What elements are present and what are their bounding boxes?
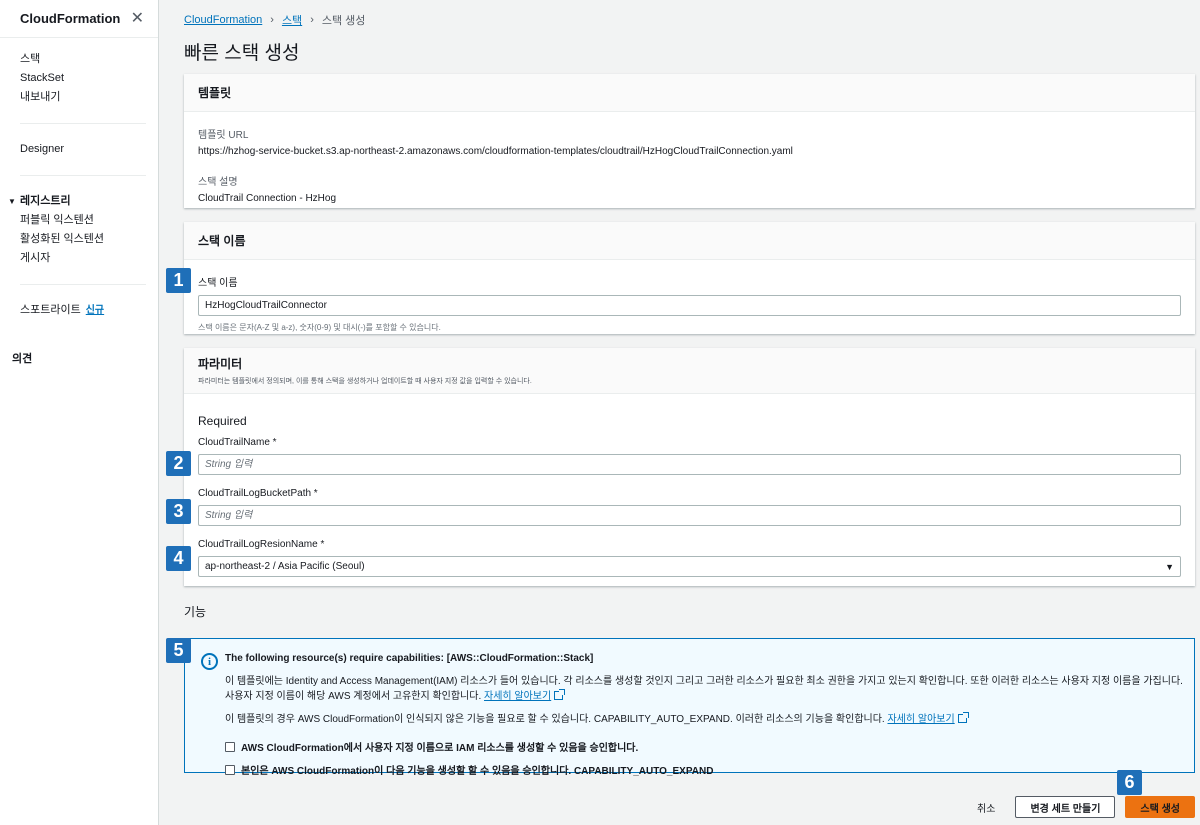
breadcrumb-stacks[interactable]: 스택 [282,12,302,28]
sidebar-group-main: 스택 StackSet 내보내기 [0,38,158,117]
chevron-right-icon: › [270,14,274,26]
dropdown-arrow-icon: ▼ [1165,561,1174,572]
capabilities-text-iam: 이 템플릿에는 Identity and Access Management(I… [225,674,1185,704]
template-panel: 템플릿 템플릿 URL https://hzhog-service-bucket… [184,74,1195,208]
create-stack-button[interactable]: 스택 생성 [1125,796,1195,818]
ack-iam-row: AWS CloudFormation에서 사용자 지정 이름으로 IAM 리소스… [225,739,1185,754]
new-badge: 신규 [85,305,105,316]
capabilities-heading: The following resource(s) require capabi… [225,653,594,664]
sidebar-header: CloudFormation ✕ [0,0,158,38]
sidebar-section-label: 레지스트리 [20,195,71,207]
panel-header: 스택 이름 [184,222,1195,260]
sidebar-group-designer: Designer [0,130,158,169]
annotation-badge-2: 2 [166,451,191,476]
region-label: CloudTrailLogResionName * [198,539,325,550]
annotation-badge-6: 6 [1117,770,1142,795]
annotation-badge-5: 5 [166,638,191,663]
capabilities-title: 기능 [184,605,207,619]
sidebar-item-spotlight[interactable]: 스포트라이트 신규 [20,301,158,320]
sidebar-item-stacksets[interactable]: StackSet [20,69,158,88]
region-select[interactable]: ap-northeast-2 / Asia Pacific (Seoul) ▼ [198,556,1181,577]
capabilities-text-iam-body: 이 템플릿에는 Identity and Access Management(I… [225,676,1183,702]
ack-expand-label[interactable]: 본인은 AWS CloudFormation이 다음 기능을 생성할 할 수 있… [241,762,713,777]
cloudtrail-name-label: CloudTrailName * [198,437,277,448]
panel-title: 파라미터 [198,357,243,371]
bucket-path-label: CloudTrailLogBucketPath * [198,488,318,499]
sidebar-group-registry: ▼ 레지스트리 퍼블릭 익스텐션 활성화된 익스텐션 게시자 [0,182,158,278]
cloudtrail-name-input[interactable] [198,454,1181,475]
annotation-badge-1: 1 [166,268,191,293]
ack-iam-label[interactable]: AWS CloudFormation에서 사용자 지정 이름으로 IAM 리소스… [241,739,638,754]
sidebar-item-designer[interactable]: Designer [20,140,158,159]
panel-title: 스택 이름 [198,234,246,248]
panel-description: 파라미터는 템플릿에서 정의되며, 이를 통해 스택을 생성하거나 업데이트할 … [198,378,532,385]
ack-expand-checkbox[interactable] [225,764,235,775]
ack-expand-row: 본인은 AWS CloudFormation이 다음 기능을 생성할 할 수 있… [225,762,1185,777]
external-link-icon [957,712,969,723]
learn-more-link[interactable]: 자세히 알아보기 [484,691,551,702]
create-change-set-button[interactable]: 변경 세트 만들기 [1015,796,1116,818]
capabilities-info-box: i The following resource(s) require capa… [184,638,1195,777]
sidebar-item-label: 스포트라이트 [20,304,81,316]
annotation-badge-3: 3 [166,499,191,524]
cancel-button[interactable]: 취소 [967,800,1005,815]
capabilities-text-expand: 이 템플릿의 경우 AWS CloudFormation이 인식되지 않은 기능… [225,712,1185,727]
panel-header: 파라미터 파라미터는 템플릿에서 정의되며, 이를 통해 스택을 생성하거나 업… [184,348,1195,394]
sidebar-item-publishers[interactable]: 게시자 [20,249,158,268]
breadcrumb: CloudFormation › 스택 › 스택 생성 [184,12,365,28]
required-heading: Required [198,414,247,428]
annotation-badge-4: 4 [166,546,191,571]
template-url-label: 템플릿 URL [198,130,249,141]
ack-iam-checkbox[interactable] [225,741,235,752]
sidebar-item-public-extensions[interactable]: 퍼블릭 익스텐션 [20,211,158,230]
stack-description-label: 스택 설명 [198,177,238,188]
chevron-right-icon: › [310,14,314,26]
divider [20,175,146,176]
stack-description-value: CloudTrail Connection - HzHog [198,193,337,204]
sidebar-item-activated-extensions[interactable]: 활성화된 익스텐션 [20,230,158,249]
caret-down-icon: ▼ [8,197,16,206]
form-actions: 취소 변경 세트 만들기 스택 생성 [967,796,1195,818]
close-icon[interactable]: ✕ [131,10,144,27]
stack-name-panel: 스택 이름 스택 이름 스택 이름은 문자(A-Z 및 a-z), 숫자(0-9… [184,222,1195,334]
template-url-value: https://hzhog-service-bucket.s3.ap-north… [198,146,793,157]
external-link-icon [554,689,566,700]
page-title: 빠른 스택 생성 [184,43,300,64]
parameters-panel: 파라미터 파라미터는 템플릿에서 정의되며, 이를 통해 스택을 생성하거나 업… [184,348,1195,586]
panel-header: 템플릿 [184,74,1195,112]
breadcrumb-cloudformation[interactable]: CloudFormation [184,14,262,26]
side-navigation: CloudFormation ✕ 스택 StackSet 내보내기 Design… [0,0,159,825]
sidebar-item-stacks[interactable]: 스택 [20,50,158,69]
info-icon: i [201,653,218,670]
sidebar-section-registry[interactable]: ▼ 레지스트리 [8,192,158,211]
stack-name-label: 스택 이름 [198,278,238,289]
region-select-value: ap-northeast-2 / Asia Pacific (Seoul) [205,561,365,572]
stack-name-hint: 스택 이름은 문자(A-Z 및 a-z), 숫자(0-9) 및 대시(-)를 포… [198,323,441,332]
capabilities-text-expand-body: 이 템플릿의 경우 AWS CloudFormation이 인식되지 않은 기능… [225,714,885,725]
sidebar-item-exports[interactable]: 내보내기 [20,88,158,107]
sidebar-group-spotlight: 스포트라이트 신규 [0,291,158,330]
divider [20,123,146,124]
sidebar-title[interactable]: CloudFormation [20,11,120,26]
stack-name-input[interactable] [198,295,1181,316]
sidebar-item-feedback[interactable]: 의견 [0,350,158,366]
breadcrumb-current: 스택 생성 [321,15,366,27]
panel-title: 템플릿 [198,86,232,100]
learn-more-link[interactable]: 자세히 알아보기 [887,714,954,725]
bucket-path-input[interactable] [198,505,1181,526]
divider [20,284,146,285]
